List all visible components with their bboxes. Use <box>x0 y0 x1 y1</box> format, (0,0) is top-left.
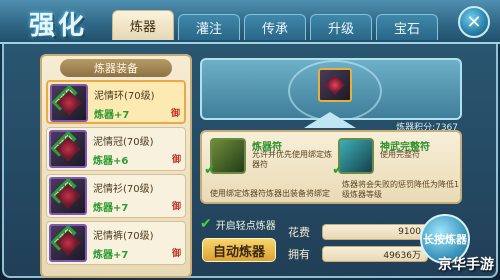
own-value: 49636万 <box>322 246 428 262</box>
helmet-icon: 已装备 <box>49 130 87 168</box>
equipment-tag: 御 <box>171 155 181 165</box>
tab-refine[interactable]: 炼器 <box>112 10 174 40</box>
watermark: 京华手游 <box>438 257 494 273</box>
pants-icon: 已装备 <box>49 224 87 262</box>
equipped-badge: 已装备 <box>50 177 77 204</box>
checkmark-icon: ✔ <box>204 162 216 178</box>
equipment-name: 泥情环(70级) <box>94 91 155 102</box>
equipment-item[interactable]: 已装备 泥情衫(70级) 炼器+7 御 <box>46 174 186 218</box>
ring-icon: 已装备 <box>50 84 88 122</box>
talisman-refine[interactable]: ✔ 炼器符 允许并优先使用绑定炼器符 <box>204 138 338 178</box>
cost-label: 花费 <box>288 226 310 239</box>
talisman-footer-left: 使用绑定炼器符炼器出装备将绑定 <box>210 189 330 198</box>
selected-equipment-showcase <box>200 58 462 120</box>
equipment-item[interactable]: 已装备 泥情冠(70级) 炼器+6 御 <box>46 127 186 171</box>
armor-icon: 已装备 <box>49 177 87 215</box>
tab-upgrade[interactable]: 升级 <box>310 14 372 40</box>
auto-refine-button[interactable]: 自动炼器 <box>202 238 276 262</box>
top-bar: 强化 炼器 灌注 传承 升级 宝石 ✕ <box>0 0 500 44</box>
equipment-list-title: 炼器装备 <box>60 59 172 77</box>
checkmark-icon: ✔ <box>332 162 344 178</box>
talisman-desc: 允许并优先使用绑定炼器符 <box>252 150 332 169</box>
tab-inherit[interactable]: 传承 <box>244 14 306 40</box>
close-icon: ✕ <box>466 11 482 33</box>
cost-row: 花费 9100 <box>288 224 428 240</box>
equipment-item[interactable]: 已装备 泥情环(70级) 炼器+7 御 <box>46 80 186 124</box>
checkbox-checked-icon[interactable]: ✔ <box>200 216 212 232</box>
equipment-tag: 御 <box>171 249 181 259</box>
tab-gem[interactable]: 宝石 <box>376 14 438 40</box>
equipment-tag: 御 <box>170 109 180 119</box>
equipment-name: 泥情衫(70级) <box>93 184 154 195</box>
own-row: 拥有 49636万 <box>288 246 428 262</box>
equipment-item[interactable]: 已装备 泥情裤(70级) 炼器+7 御 <box>46 221 186 265</box>
selected-ring-icon <box>318 68 352 102</box>
equipment-name: 泥情冠(70级) <box>93 137 154 148</box>
tab-infuse[interactable]: 灌注 <box>178 14 240 40</box>
equipment-refine-level: 炼器+6 <box>93 156 129 167</box>
equipment-refine-level: 炼器+7 <box>94 110 130 121</box>
equipped-badge: 已装备 <box>50 130 77 157</box>
talisman-footer-right: 炼器将会失败的惩罚降低为降低1级炼器等级 <box>342 180 460 199</box>
own-label: 拥有 <box>288 248 310 261</box>
cost-value: 9100 <box>322 224 428 240</box>
equipped-badge: 已装备 <box>51 84 78 111</box>
talisman-desc: 使用完整符 <box>380 150 420 159</box>
talisman-box: ✔ 炼器符 允许并优先使用绑定炼器符 ✔ 神武完整符 使用完整符 使用绑定炼器符… <box>200 130 462 204</box>
equipment-tag: 御 <box>171 202 181 212</box>
equipment-refine-level: 炼器+7 <box>93 203 129 214</box>
tab-bar: 炼器 灌注 传承 升级 宝石 <box>112 10 438 40</box>
arrow-up-icon <box>304 112 356 128</box>
close-button[interactable]: ✕ <box>458 6 490 38</box>
easy-refine-label: 开启轻点炼器 <box>215 220 276 232</box>
equipment-list-panel: 炼器装备 已装备 泥情环(70级) 炼器+7 御 已装备 泥情冠(70级) 炼器… <box>40 54 192 278</box>
easy-refine-toggle[interactable]: ✔ 开启轻点炼器 <box>200 216 276 232</box>
equipment-refine-level: 炼器+7 <box>93 250 129 261</box>
equipped-badge: 已装备 <box>50 224 77 251</box>
talisman-complete[interactable]: ✔ 神武完整符 使用完整符 <box>332 138 466 178</box>
panel-logo: 强化 <box>28 10 87 41</box>
equipment-name: 泥情裤(70级) <box>93 231 154 242</box>
